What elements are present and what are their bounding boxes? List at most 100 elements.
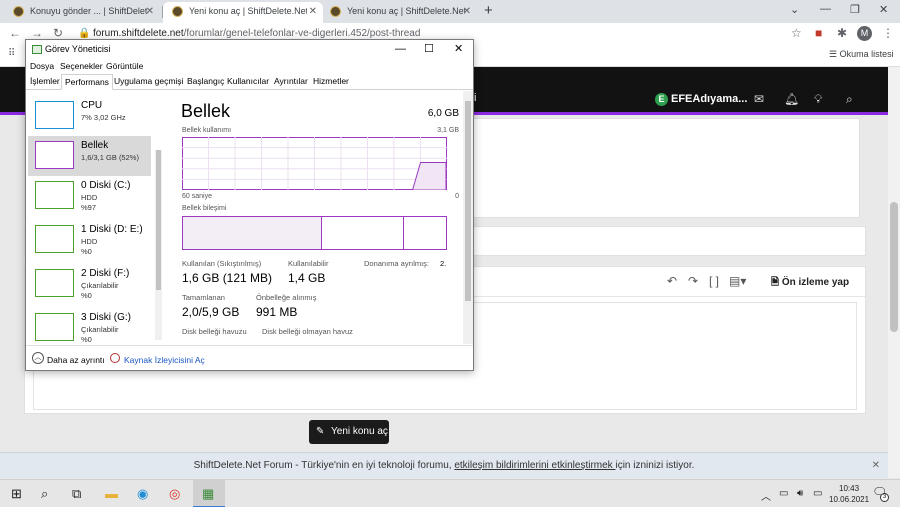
system-clock[interactable]: 10:43 10.06.2021 (829, 483, 869, 505)
task-manager-icon (32, 45, 42, 54)
close-icon[interactable]: ✕ (872, 453, 880, 479)
sidebar-scrollbar-thumb[interactable] (156, 150, 161, 290)
undo-icon[interactable]: ↶ (667, 274, 677, 288)
forward-icon[interactable]: → (31, 26, 43, 40)
reload-icon[interactable]: ↻ (53, 26, 63, 40)
profile-avatar[interactable]: M (857, 26, 872, 41)
redo-icon[interactable]: ↷ (688, 274, 698, 288)
tab-close-icon[interactable]: ✕ (146, 2, 154, 21)
maximize-icon[interactable]: ☐ (424, 40, 434, 59)
chevron-up-icon[interactable]: ︿ (761, 488, 771, 503)
taskbar-task-manager[interactable]: ▦ (193, 480, 225, 507)
sidebar-item-name: 3 Diski (G:) (81, 312, 131, 323)
address-bar[interactable]: forum.shiftdelete.net/forumlar/genel-tel… (93, 28, 420, 39)
preview-button[interactable]: 🗎 Ön izleme yap (771, 275, 849, 292)
close-icon[interactable]: ✕ (454, 40, 463, 59)
new-tab-icon[interactable]: + (484, 2, 493, 19)
site-favicon-icon (172, 6, 183, 17)
sidebar-item-disk-1[interactable]: 1 Diski (D: E:) HDD %0 (28, 220, 151, 260)
restore-icon[interactable]: ❐ (850, 3, 860, 16)
detail-scrollbar-thumb[interactable] (465, 101, 471, 301)
volume-icon[interactable]: 🔊︎ (797, 488, 803, 499)
network-icon[interactable]: ▭ (779, 488, 788, 499)
url-host: forum.shiftdelete.net (93, 28, 184, 39)
task-manager-icon: ▦ (202, 486, 215, 501)
drafts-icon[interactable]: ▤▾ (729, 274, 746, 288)
tab-processes[interactable]: İşlemler (27, 74, 63, 90)
sidebar-item-memory[interactable]: Bellek 1,6/3,1 GB (52%) (28, 136, 151, 176)
committed-label: Tamamlanan (182, 293, 225, 302)
sidebar-item-disk-3[interactable]: 3 Diski (G:) Çıkarılabilir %0 (28, 308, 151, 344)
new-thread-button[interactable]: ✎ Yeni konu aç (309, 420, 389, 444)
memory-thumbnail-graph (35, 141, 74, 169)
sidebar-item-disk-0[interactable]: 0 Diski (C:) HDD %97 (28, 176, 151, 216)
tab-users[interactable]: Kullanıcılar (224, 74, 272, 90)
browser-tab-strip: Konuyu gönder ... | ShiftDelete.Ne ✕ Yen… (0, 0, 900, 23)
windows-start-icon[interactable]: ⊞ (11, 486, 22, 502)
browser-menu-icon[interactable]: ⋮ (882, 26, 894, 40)
resource-monitor-link[interactable]: Kaynak İzleyicisini Aç (124, 355, 205, 365)
fewer-details-button[interactable]: Daha az ayrıntı (47, 355, 105, 365)
sidebar-item-name: 2 Diski (F:) (81, 268, 130, 279)
extensions-puzzle-icon[interactable]: ✱ (837, 26, 847, 40)
tab-search-icon[interactable]: ⌄ (790, 3, 799, 16)
close-icon[interactable]: ✕ (879, 3, 888, 16)
graph-time-left: 60 saniye (182, 193, 212, 200)
sidebar-scrollbar[interactable] (155, 150, 162, 340)
browser-tab[interactable]: Konuyu gönder ... | ShiftDelete.Ne ✕ (4, 2, 160, 23)
sidebar-item-name: 0 Diski (C:) (81, 180, 131, 191)
minimize-icon[interactable]: — (820, 3, 831, 15)
page-scrollbar-thumb[interactable] (890, 202, 898, 332)
detail-scrollbar[interactable] (463, 91, 473, 344)
file-explorer-icon[interactable]: ▬ (105, 486, 118, 501)
notification-link[interactable]: etkileşim bildirimlerini etkinleştirmek (454, 460, 615, 471)
browser-tab-active[interactable]: Yeni konu aç | ShiftDelete.Net Fo ✕ (163, 2, 323, 23)
tab-close-icon[interactable]: ✕ (309, 2, 317, 21)
site-favicon-icon (13, 6, 24, 17)
chrome-icon[interactable]: ◎ (169, 486, 180, 502)
sidebar-item-disk-2[interactable]: 2 Diski (F:) Çıkarılabilir %0 (28, 264, 151, 304)
memory-composition-label: Bellek bileşimi (182, 205, 227, 212)
bookmark-star-icon[interactable]: ☆ (791, 26, 802, 40)
committed-value: 2,0/5,9 GB (182, 305, 240, 319)
tab-performance[interactable]: Performans (61, 74, 113, 90)
reading-list-label: Okuma listesi (839, 49, 894, 59)
search-icon[interactable]: ⌕ (41, 486, 48, 502)
menu-view[interactable]: Görüntüle (106, 61, 143, 71)
task-manager-titlebar[interactable]: Görev Yöneticisi — ☐ ✕ (26, 40, 473, 59)
bulb-icon[interactable]: 💡︎ (814, 92, 822, 107)
tab-app-history[interactable]: Uygulama geçmişi (111, 74, 186, 90)
forum-user-menu[interactable]: E EFEAdıyama... (655, 93, 747, 106)
browser-tab[interactable]: Yeni konu aç | ShiftDelete.Net Fo ✕ (321, 2, 477, 23)
tab-startup[interactable]: Başlangıç (184, 74, 227, 90)
bbcode-toggle-icon[interactable]: [ ] (709, 274, 719, 288)
back-icon[interactable]: ← (9, 26, 21, 40)
page-scrollbar[interactable] (888, 67, 900, 478)
notification-permission-bar: ShiftDelete.Net Forum - Türkiye'nin en i… (0, 452, 888, 478)
available-value: 1,4 GB (288, 271, 326, 285)
menu-file[interactable]: Dosya (30, 61, 54, 71)
sidebar-item-detail: Çıkarılabilir (81, 325, 119, 334)
chevron-up-icon[interactable]: ︿ (32, 352, 44, 364)
edit-icon: ✎ (316, 426, 325, 437)
menu-options[interactable]: Seçenekler (60, 61, 103, 71)
reading-list-button[interactable]: ☰ Okuma listesi (829, 49, 894, 60)
search-icon[interactable]: ⌕ (846, 92, 853, 107)
tab-close-icon[interactable]: ✕ (463, 2, 471, 21)
tab-services[interactable]: Hizmetler (310, 74, 352, 90)
sidebar-item-detail: Çıkarılabilir (81, 281, 119, 290)
task-view-icon[interactable]: ⧉ (72, 486, 81, 502)
sidebar-item-cpu[interactable]: CPU 7% 3,02 GHz (28, 96, 151, 136)
memory-usage-max: 3,1 GB (437, 127, 459, 134)
apps-grid-icon[interactable]: ⠿ (8, 48, 15, 59)
inbox-icon[interactable]: ✉ (754, 92, 764, 106)
disk-thumbnail-graph (35, 269, 74, 297)
minimize-icon[interactable]: — (395, 40, 406, 59)
tab-details[interactable]: Ayrıntılar (271, 74, 311, 90)
memory-title: Bellek (181, 101, 231, 121)
bell-icon[interactable]: 🔔︎ (784, 92, 799, 106)
extension-icon[interactable]: ■ (815, 26, 822, 40)
lock-icon[interactable]: 🔒 (78, 28, 90, 39)
edge-icon[interactable]: ◉ (137, 486, 148, 502)
battery-icon[interactable]: ▭ (813, 488, 822, 499)
